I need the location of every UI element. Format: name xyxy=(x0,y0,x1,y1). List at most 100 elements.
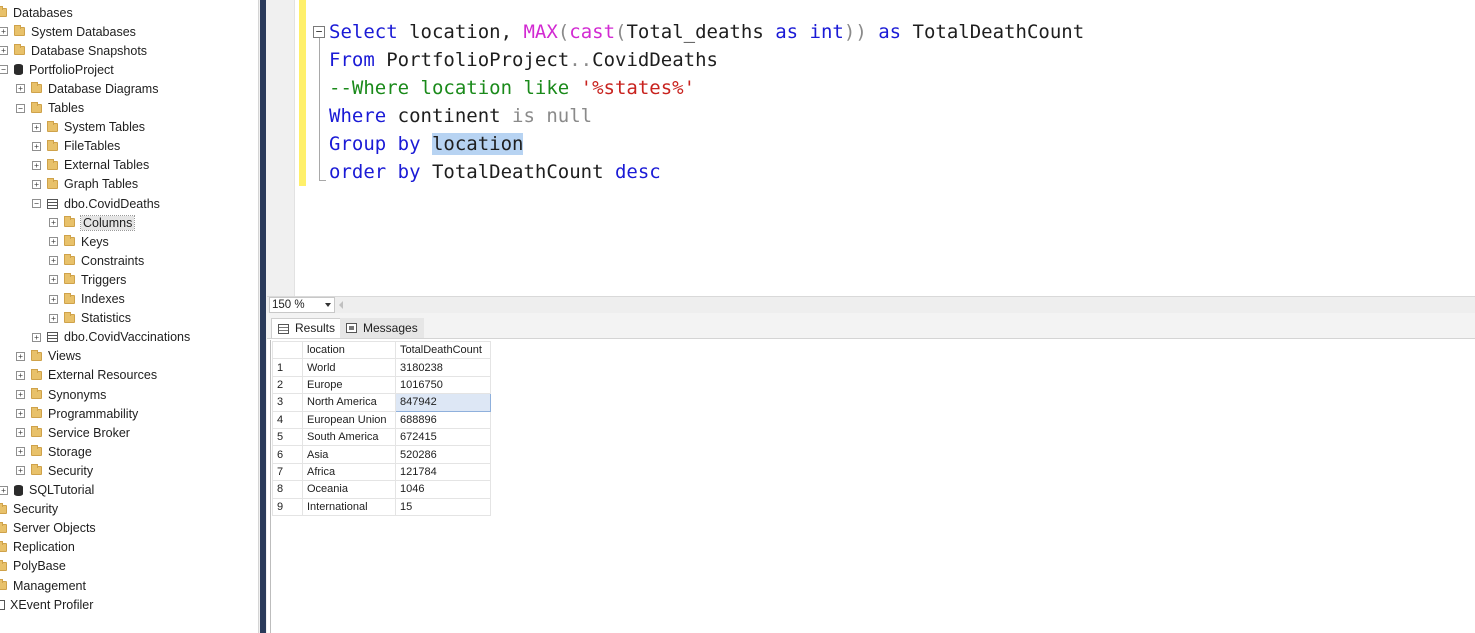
cell-totaldeathcount[interactable]: 3180238 xyxy=(395,358,491,377)
cell-totaldeathcount[interactable]: 520286 xyxy=(395,445,491,464)
expand-icon[interactable]: + xyxy=(0,485,8,495)
row-number-header[interactable] xyxy=(272,340,303,360)
table-row[interactable]: 1 World 3180238 xyxy=(272,358,491,377)
row-number[interactable]: 3 xyxy=(272,393,303,412)
tree-item[interactable]: Server Objects xyxy=(0,519,96,538)
table-row[interactable]: 4 European Union 688896 xyxy=(272,410,491,429)
collapse-icon[interactable]: − xyxy=(16,103,25,113)
tree-item[interactable]: + Columns xyxy=(49,213,136,232)
cell-location[interactable]: Asia xyxy=(302,445,396,464)
code-line-4[interactable]: Where continent is null xyxy=(329,102,592,130)
cell-location[interactable]: European Union xyxy=(302,410,396,429)
tree-item[interactable]: + Graph Tables xyxy=(32,175,138,194)
tree-item[interactable]: Management xyxy=(0,576,86,595)
cell-location[interactable]: World xyxy=(302,358,396,377)
cell-totaldeathcount[interactable]: 847942 xyxy=(395,393,491,412)
table-row[interactable]: 2 Europe 1016750 xyxy=(272,375,491,395)
tree-item[interactable]: + Programmability xyxy=(16,404,138,423)
row-number[interactable]: 2 xyxy=(272,375,303,395)
column-header-location[interactable]: location xyxy=(302,340,396,360)
row-number[interactable]: 1 xyxy=(272,358,303,377)
cell-totaldeathcount[interactable]: 1016750 xyxy=(395,375,491,395)
expand-icon[interactable]: + xyxy=(32,179,41,189)
collapse-icon[interactable]: − xyxy=(0,65,8,75)
tree-item[interactable]: − dbo.CovidDeaths xyxy=(32,194,160,213)
row-number[interactable]: 8 xyxy=(272,480,303,499)
expand-icon[interactable]: + xyxy=(49,275,58,285)
code-line-6[interactable]: order by TotalDeathCount desc xyxy=(329,158,661,186)
row-number[interactable]: 7 xyxy=(272,462,303,482)
tree-item[interactable]: + Synonyms xyxy=(16,385,106,404)
expand-icon[interactable]: + xyxy=(16,409,25,419)
row-number[interactable]: 4 xyxy=(272,410,303,429)
tree-item[interactable]: + Constraints xyxy=(49,251,144,270)
cell-totaldeathcount[interactable]: 1046 xyxy=(395,480,491,499)
collapse-icon[interactable]: − xyxy=(313,26,325,38)
tree-item[interactable]: + Keys xyxy=(49,232,109,251)
tab-messages[interactable]: Messages xyxy=(340,318,424,338)
tree-item[interactable]: Security xyxy=(0,500,58,519)
tree-item[interactable]: + Indexes xyxy=(49,290,125,309)
tree-item[interactable]: XEvent Profiler xyxy=(0,595,93,614)
tree-item[interactable]: + Storage xyxy=(16,442,92,461)
tree-item[interactable]: + System Databases xyxy=(0,22,136,41)
expand-icon[interactable]: + xyxy=(16,84,25,94)
expand-icon[interactable]: + xyxy=(32,122,41,132)
cell-location[interactable]: Africa xyxy=(302,462,396,482)
expand-icon[interactable]: + xyxy=(0,27,8,37)
tree-item[interactable]: + Service Broker xyxy=(16,423,130,442)
tree-item[interactable]: + Database Snapshots xyxy=(0,41,147,60)
tree-item[interactable]: + Triggers xyxy=(49,270,126,289)
collapse-icon[interactable]: − xyxy=(32,199,41,208)
expand-icon[interactable]: + xyxy=(16,447,25,457)
tree-item[interactable]: + External Tables xyxy=(32,156,149,175)
tree-item[interactable]: + dbo.CovidVaccinations xyxy=(32,328,190,347)
expand-icon[interactable]: + xyxy=(32,141,41,151)
cell-location[interactable]: North America xyxy=(302,393,396,412)
tree-item[interactable]: + External Resources xyxy=(16,366,157,385)
row-number[interactable]: 6 xyxy=(272,445,303,464)
expand-icon[interactable]: + xyxy=(49,256,58,266)
cell-totaldeathcount[interactable]: 672415 xyxy=(395,427,491,447)
expand-icon[interactable]: + xyxy=(16,351,25,361)
tab-results[interactable]: Results xyxy=(271,318,343,338)
table-row[interactable]: 3 North America 847942 xyxy=(272,393,491,412)
table-row[interactable]: 5 South America 672415 xyxy=(272,427,491,447)
expand-icon[interactable]: + xyxy=(0,46,8,56)
row-number[interactable]: 9 xyxy=(272,497,303,516)
expand-icon[interactable]: + xyxy=(49,313,58,323)
expand-icon[interactable]: + xyxy=(49,294,58,304)
tree-item[interactable]: + Views xyxy=(16,347,81,366)
code-line-3[interactable]: --Where location like '%states%' xyxy=(329,74,695,102)
chevron-down-icon[interactable] xyxy=(325,303,331,307)
expand-icon[interactable]: + xyxy=(16,466,25,476)
code-line-2[interactable]: From PortfolioProject..CovidDeaths xyxy=(329,46,718,74)
cell-totaldeathcount[interactable]: 121784 xyxy=(395,462,491,482)
table-row[interactable]: 8 Oceania 1046 xyxy=(272,480,491,499)
zoom-dropdown[interactable]: 150 % xyxy=(269,297,335,313)
tree-item[interactable]: + SQLTutorial xyxy=(0,481,94,500)
cell-totaldeathcount[interactable]: 688896 xyxy=(395,410,491,429)
expand-icon[interactable]: + xyxy=(16,370,25,380)
cell-location[interactable]: International xyxy=(302,497,396,516)
code-line-1[interactable]: Select location, MAX(cast(Total_deaths a… xyxy=(329,18,1084,46)
column-header-totaldeathcount[interactable]: TotalDeathCount xyxy=(395,340,491,360)
tree-item[interactable]: Replication xyxy=(0,538,75,557)
query-editor[interactable]: − Select location, MAX(cast(Total_deaths… xyxy=(267,0,1475,296)
tree-item[interactable]: − Tables xyxy=(16,99,84,118)
expand-icon[interactable]: + xyxy=(32,332,41,342)
expand-icon[interactable]: + xyxy=(16,428,25,438)
table-row[interactable]: 9 International 15 xyxy=(272,497,491,516)
code-line-5[interactable]: Group by location xyxy=(329,130,524,158)
row-number[interactable]: 5 xyxy=(272,427,303,447)
cell-location[interactable]: South America xyxy=(302,427,396,447)
tree-item[interactable]: + FileTables xyxy=(32,137,120,156)
expand-icon[interactable]: + xyxy=(49,218,58,228)
selected-text[interactable]: location xyxy=(431,133,524,155)
expand-icon[interactable]: + xyxy=(49,237,58,247)
expand-icon[interactable]: + xyxy=(16,390,25,399)
tree-item[interactable]: + Security xyxy=(16,461,93,480)
cell-totaldeathcount[interactable]: 15 xyxy=(395,497,491,516)
results-grid[interactable]: location TotalDeathCount 1 World 3180238 2 E… xyxy=(272,340,491,516)
tree-item[interactable]: + Statistics xyxy=(49,309,131,328)
